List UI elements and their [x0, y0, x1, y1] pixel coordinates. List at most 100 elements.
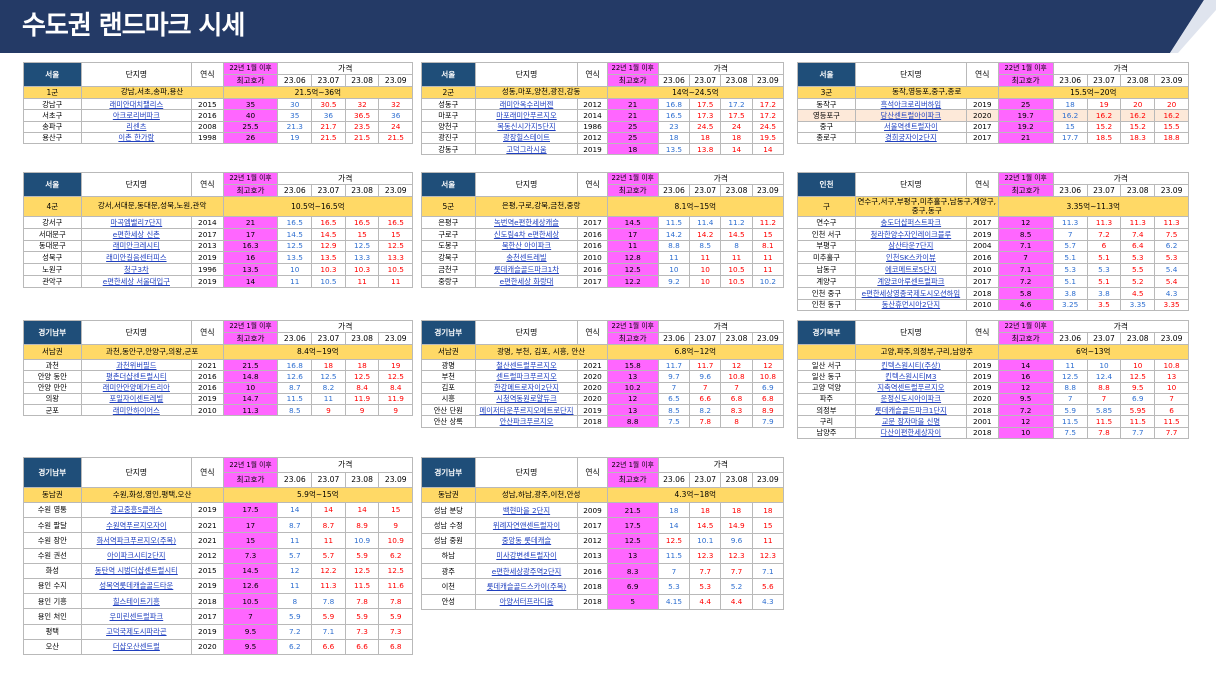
monthly-price-cell: 9.6 [720, 532, 753, 549]
complex-name-link[interactable]: 송도더샵퍼스트파크 [854, 216, 967, 229]
district-cell: 용인 기흥 [23, 593, 82, 610]
complex-name-link[interactable]: 삼산타운7단지 [854, 239, 967, 253]
year-header: 연식 [577, 457, 608, 488]
complex-name-link[interactable]: 마포래미안푸르지오 [474, 109, 579, 122]
peak-ask-header: 최고호가 [606, 472, 659, 488]
complex-name-link[interactable]: 다산이편한세상자이 [854, 426, 967, 440]
table-row: 종로구 경희궁자이2단지 2017 21 17.7 18.5 18.3 18.8 [797, 131, 1189, 145]
complex-name-link[interactable]: 킨텍스원시티M3 [854, 370, 967, 383]
complex-name-link[interactable]: 당산센트럴아이파크 [854, 109, 967, 122]
complex-name-link[interactable]: 광교중흥S클래스 [80, 501, 193, 519]
complex-name-link[interactable]: e편한세상 화랑대 [474, 274, 579, 288]
monthly-price-cell: 12.3 [751, 547, 784, 565]
complex-name-link[interactable]: 에코메트로5단지 [854, 263, 967, 276]
month-header: 23.08 [344, 332, 380, 345]
complex-name-link[interactable]: 롯데캐슬골드스카이(주복) [474, 578, 579, 595]
year-header: 연식 [965, 62, 999, 87]
complex-name-link[interactable]: 마곡엠밸리7단지 [80, 216, 193, 229]
complex-name-link[interactable]: 수원역푸르지오자이 [80, 517, 193, 534]
complex-name-link[interactable]: 미사강변센트럴자이 [474, 547, 579, 565]
monthly-price-cell: 24 [720, 120, 753, 133]
complex-name-link[interactable]: 롯데캐슬골드파크1단지 [854, 404, 967, 417]
complex-name-link[interactable]: 아이파크시티2단지 [80, 547, 193, 564]
complex-name-link[interactable]: 고덕국제도시파라곤 [80, 623, 193, 640]
table-row: 성남 수정 위례자연앤센트럴자이 2017 17.5 14 14.5 14.9 15 [421, 517, 784, 534]
complex-name-link[interactable]: 동탄역 시범더샵센트럴시티 [80, 562, 193, 579]
complex-name-link[interactable]: 래미안대치팰리스 [80, 97, 193, 111]
complex-name-link[interactable]: 래미안길음센터피스 [80, 251, 193, 265]
complex-name-link[interactable]: 청라한양수자인레이크블루 [854, 227, 967, 241]
complex-name-link[interactable]: 리센츠 [80, 120, 193, 133]
complex-name-link[interactable]: 아크로리버파크 [80, 109, 193, 122]
monthly-price-cell: 5.3 [1052, 263, 1088, 276]
complex-name-link[interactable]: 서울역센트럴자이 [854, 120, 967, 133]
monthly-price-cell: 16.2 [1086, 109, 1122, 122]
peak-price-cell: 9.5 [997, 392, 1054, 406]
complex-name-link[interactable]: 지축역센트럴푸르지오 [854, 381, 967, 394]
complex-name-link[interactable]: 킨텍스원시티(주상) [854, 358, 967, 372]
complex-name-link[interactable]: 우미린센트럴파크 [80, 608, 193, 625]
complex-name-link[interactable]: 운정신도시아이파크 [854, 392, 967, 406]
complex-name-link[interactable]: 녹번역e편한세상캐슬 [474, 216, 579, 229]
year-cell: 2019 [577, 143, 608, 156]
complex-name-link[interactable]: 신도림4차 e편한세상 [474, 227, 579, 241]
complex-name-link[interactable]: 교문 장자마을 신명 [854, 415, 967, 428]
table-row: 구로구 신도림4차 e편한세상 2016 17 14.2 14.2 14.5 15 [421, 227, 784, 241]
complex-name-link[interactable]: 북한산 아이파크 [474, 239, 579, 253]
complex-name-link[interactable]: 래미안옥수리버젠 [474, 97, 579, 111]
monthly-price-cell: 17.2 [720, 97, 753, 111]
complex-name-link[interactable]: 고덕그라시움 [474, 143, 579, 156]
table-header-row: 경기북부 단지명 연식 22년 1월 이후 가격 [797, 320, 1189, 345]
complex-name-link[interactable]: 더샵오산센트럴 [80, 638, 193, 655]
complex-name-link[interactable]: 위례자연앤센트럴자이 [474, 517, 579, 534]
complex-name-link[interactable]: 센트럴파크푸르지오 [474, 370, 579, 383]
monthly-price-cell: 11 [277, 577, 313, 595]
peak-since-header: 22년 1월 이후 [222, 457, 279, 473]
complex-name-link[interactable]: 철산센트럴푸르지오 [474, 358, 579, 372]
complex-name-link[interactable]: e편한세상광주역2단지 [474, 563, 579, 580]
complex-name-link[interactable]: 포일자이센트레빌 [80, 392, 193, 406]
complex-name-link[interactable]: 시청역동원로얄듀크 [474, 392, 579, 406]
complex-name-link[interactable]: 경희궁자이2단지 [854, 131, 967, 145]
complex-name-link[interactable]: 힐스테이트기흥 [80, 593, 193, 610]
complex-name-link[interactable]: 인천SK스카이뷰 [854, 251, 967, 265]
complex-name-link[interactable]: 한강메트로자이2단지 [474, 381, 579, 394]
complex-name-link[interactable]: 흑석아크로리버하임 [854, 97, 967, 111]
complex-name-link[interactable]: 화서역파크푸르지오(주복) [80, 532, 193, 549]
complex-name-link[interactable]: e편한세상영종국제도시오션하임 [854, 286, 967, 300]
table-row: 수원 팔달 수원역푸르지오자이 2021 17 8.7 8.7 8.9 9 [23, 517, 414, 534]
complex-name-link[interactable]: 래미안하이어스 [80, 404, 193, 417]
peak-price-cell: 11.3 [222, 404, 279, 417]
group-price-range: 3.35억~11.3억 [997, 196, 1189, 217]
complex-name-link[interactable]: 과천위버필드 [80, 358, 193, 372]
complex-name-link[interactable]: 송천센트레빌 [474, 251, 579, 265]
complex-name-link[interactable]: 동산휴먼시아2단지 [854, 298, 967, 312]
table-header-row: 서울 단지명 연식 22년 1월 이후 가격 [797, 62, 1189, 87]
monthly-price-cell: 10 [657, 263, 691, 276]
district-cell: 노원구 [23, 263, 82, 276]
monthly-price-cell: 8.9 [344, 517, 380, 534]
complex-name-link[interactable]: 광장힐스테이트 [474, 131, 579, 145]
monthly-price-cell: 16.8 [277, 358, 313, 372]
complex-name-link[interactable]: e편한세상 서울대입구 [80, 274, 193, 288]
table-row: 안성 아양서터프라디움 2018 5 4.15 4.4 4.4 4.3 [421, 593, 784, 611]
complex-name-link[interactable]: 계양코아루센트럴파크 [854, 274, 967, 288]
complex-name-link[interactable]: 평촌더샵센트럴시티 [80, 370, 193, 383]
complex-name-link[interactable]: e편한세상 신촌 [80, 227, 193, 241]
monthly-price-cell: 35 [277, 109, 313, 122]
complex-name-link[interactable]: 래미안안양메가트리아 [80, 381, 193, 394]
district-cell: 관악구 [23, 274, 82, 288]
monthly-price-cell: 5.85 [1086, 404, 1122, 417]
complex-name-link[interactable]: 아양서터프라디움 [474, 593, 579, 611]
complex-name-link[interactable]: 안산파크푸르지오 [474, 415, 579, 428]
monthly-price-cell: 11.3 [1154, 216, 1189, 229]
complex-name-link[interactable]: 메이저타운푸르지오메트로단지 [474, 404, 579, 417]
complex-name-link[interactable]: 백현마을 2단지 [474, 501, 579, 519]
complex-name-link[interactable]: 래미안크레시티 [80, 239, 193, 253]
complex-name-link[interactable]: 이촌 한가람 [80, 131, 193, 145]
complex-name-link[interactable]: 성복역롯데캐슬골드타운 [80, 577, 193, 595]
complex-name-link[interactable]: 중앙동 롯데캐슬 [474, 532, 579, 549]
complex-name-link[interactable]: 청구3차 [80, 263, 193, 276]
complex-name-link[interactable]: 롯데캐슬골드파크1차 [474, 263, 579, 276]
complex-name-link[interactable]: 목동신시가지5단지 [474, 120, 579, 133]
